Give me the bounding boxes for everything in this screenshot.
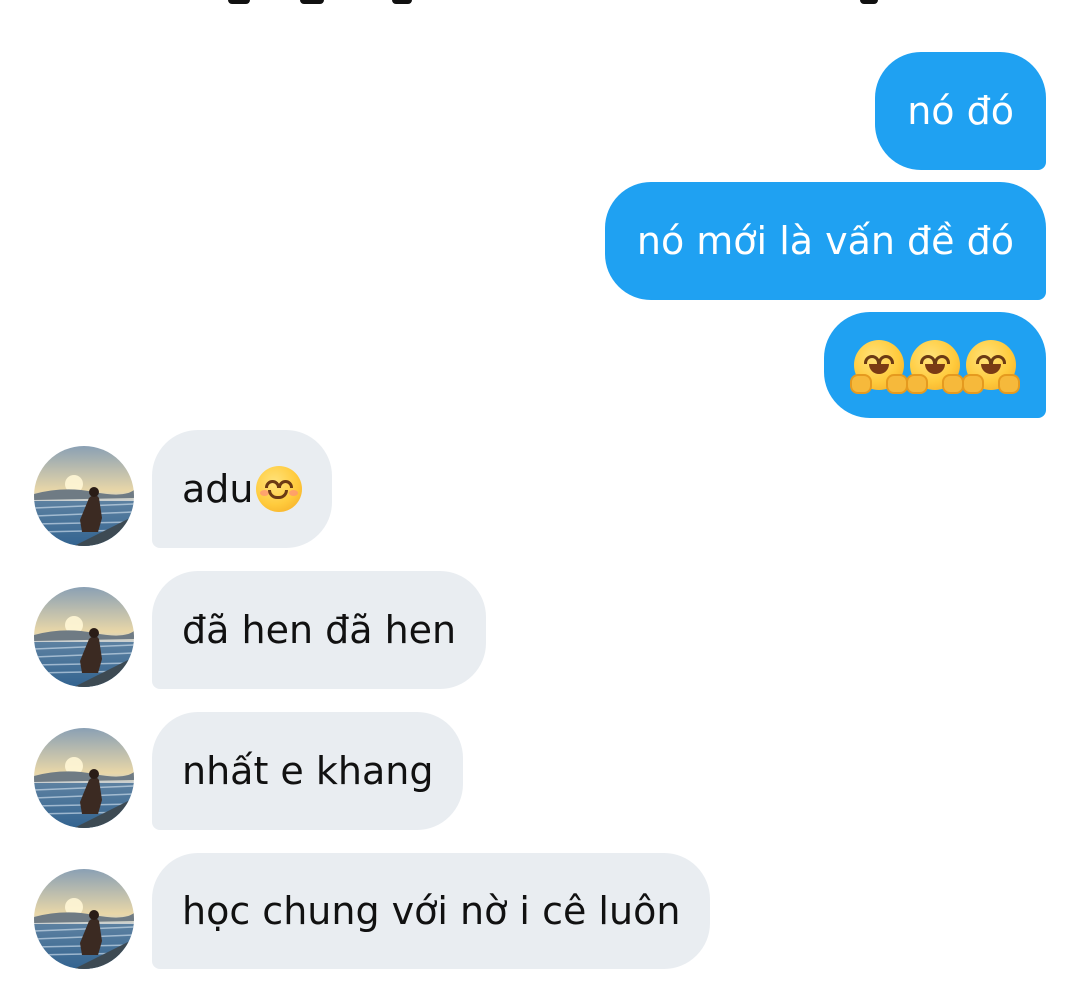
avatar[interactable] xyxy=(34,587,134,687)
message-text: nó mới là vấn đề đó xyxy=(636,219,1014,263)
hugging-face-icon xyxy=(850,340,908,394)
outgoing-message[interactable]: nó đó xyxy=(875,52,1046,170)
smiling-face-icon xyxy=(255,466,302,512)
cut-off-header-text xyxy=(0,0,1080,14)
message-text: nhất e khang xyxy=(182,749,434,793)
hugging-face-icon xyxy=(962,340,1020,394)
incoming-message[interactable]: nhất e khang xyxy=(152,712,464,830)
message-content: adu xyxy=(182,466,302,512)
incoming-message[interactable]: adu xyxy=(152,430,332,548)
hugging-face-icon xyxy=(906,340,964,394)
message-text: nó đó xyxy=(907,89,1014,133)
message-text: đã hen đã hen xyxy=(182,608,457,652)
avatar[interactable] xyxy=(34,728,134,828)
emoji-row xyxy=(850,340,1020,394)
message-text: học chung với nờ i cê luôn xyxy=(182,889,681,933)
incoming-message[interactable]: đã hen đã hen xyxy=(152,571,487,689)
incoming-message[interactable]: học chung với nờ i cê luôn xyxy=(152,853,711,969)
avatar[interactable] xyxy=(34,869,134,969)
outgoing-message[interactable]: nó mới là vấn đề đó xyxy=(604,182,1046,300)
outgoing-emoji-message[interactable] xyxy=(824,312,1046,418)
avatar[interactable] xyxy=(34,446,134,546)
message-text: adu xyxy=(182,467,254,511)
